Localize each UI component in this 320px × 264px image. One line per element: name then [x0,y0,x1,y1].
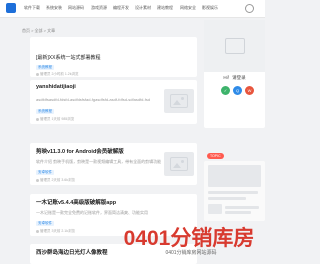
topic-badge: TOPIC [207,153,224,159]
author-avatar [36,72,39,76]
post-tag[interactable]: 系统教程 [36,65,54,70]
qq-login-icon[interactable]: Q [233,86,242,95]
topic-line [208,191,258,194]
post-meta: 管理员 1天前 985浏览 [36,117,74,122]
nav-item[interactable]: 影视娱乐 [202,5,218,11]
watermark-text: 0401分销库房 [124,226,255,250]
watermark: 0401分销库房 0401分销库房网站源码 [121,223,261,257]
topic-thumbnail[interactable] [208,204,222,214]
image-placeholder-icon [170,157,188,171]
nav-item[interactable]: 网络安全 [180,5,196,11]
nav-item[interactable]: 编程开发 [113,5,129,11]
weibo-login-icon[interactable]: W [245,86,254,95]
post-meta-text: 管理员 2小时前 1.2k浏览 [40,72,79,76]
top-nav-bar: 软件下载 系统安装 网站源码 游戏资源 编程开发 设计素材 建站教程 网络安全 … [0,0,265,18]
author-avatar [36,117,39,121]
login-prompt[interactable]: Hi！请登录 [204,75,265,81]
user-banner [204,20,265,72]
post-title[interactable]: 一木记账v5.4.4高级版破解版app [36,198,191,206]
post-tag[interactable]: 安卓软件 [36,221,54,226]
post-meta: 管理员 2天前 3.6k浏览 [36,178,75,183]
topic-line [208,197,246,200]
wechat-login-icon[interactable]: ✓ [221,86,230,95]
topic-line [225,211,251,214]
nav-item[interactable]: 设计素材 [135,5,151,11]
post-tag[interactable]: 安卓软件 [36,170,54,175]
site-logo[interactable] [6,3,16,13]
nav-item[interactable]: 网站源码 [68,5,84,11]
watermark-graphic: 0401分销库房 0401分销库房网站源码 [124,226,255,256]
user-panel: Hi！请登录 ✓ Q W [204,20,265,128]
topic-widget [204,161,265,221]
nav-item[interactable]: 软件下载 [24,5,40,11]
post-card[interactable]: [最新]XX系统一站式部署教程 系统教程 管理员 2小时前 1.2k浏览 [30,37,197,77]
topic-thumbnail[interactable] [208,165,261,187]
post-thumbnail[interactable] [164,152,194,176]
topic-line [225,206,259,209]
nav-item[interactable]: 系统安装 [46,5,62,11]
author-avatar [36,178,39,182]
image-placeholder-icon [224,38,245,54]
image-placeholder-icon [170,94,188,108]
nav-item[interactable]: 建站教程 [157,5,173,11]
breadcrumb: 首页 > 全部 > 文章 [22,28,56,33]
search-icon[interactable] [245,4,254,13]
post-meta-text: 管理员 1天前 985浏览 [40,117,75,121]
post-tag[interactable]: 系统教程 [36,109,54,114]
post-meta-text: 管理员 3天前 2.1k浏览 [40,229,76,233]
post-thumbnail[interactable] [164,89,194,113]
nav-item[interactable]: 游戏资源 [91,5,107,11]
post-meta: 管理员 3天前 2.1k浏览 [36,229,75,234]
post-excerpt: 一木记账是一款完全免费的记账软件，界面简洁清爽、功能实用 [36,210,148,215]
post-title[interactable]: [最新]XX系统一站式部署教程 [36,54,156,61]
post-meta: 管理员 2小时前 1.2k浏览 [36,72,79,77]
post-meta-text: 管理员 2天前 3.6k浏览 [40,178,76,182]
author-avatar [36,229,39,233]
watermark-subtext: 0401分销库房网站源码 [165,249,216,256]
